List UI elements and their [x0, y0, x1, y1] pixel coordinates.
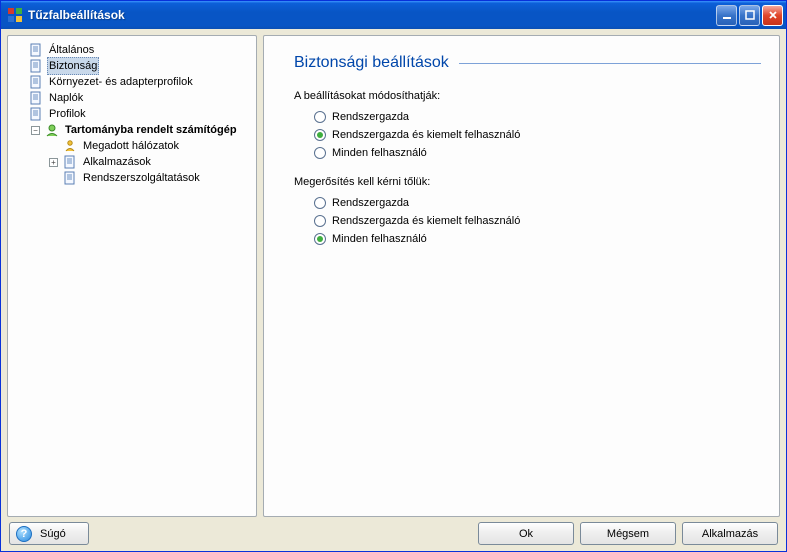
tree-item-logs[interactable]: Naplók [12, 90, 252, 106]
page-heading-row: Biztonsági beállítások [294, 54, 761, 72]
group-label-modify: A beállításokat módosíthatják: [294, 90, 761, 102]
expand-toggle[interactable]: + [48, 154, 59, 170]
radio-icon [314, 129, 326, 141]
radio-confirm-admin[interactable]: Rendszergazda [314, 194, 761, 212]
button-label: Mégsem [607, 528, 649, 540]
heading-divider [459, 63, 761, 64]
document-icon [62, 154, 78, 170]
tree-label: Tartományba rendelt számítógép [63, 122, 239, 138]
document-icon [62, 170, 78, 186]
button-label: Alkalmazás [702, 528, 758, 540]
tree-label: Alkalmazások [81, 154, 153, 170]
firewall-settings-window: Tűzfalbeállítások [0, 0, 787, 552]
radio-label: Rendszergazda és kiemelt felhasználó [332, 215, 520, 227]
computer-icon [44, 122, 60, 138]
document-icon [28, 106, 44, 122]
network-icon [62, 138, 78, 154]
radio-label: Rendszergazda [332, 197, 409, 209]
button-bar: ? Súgó Ok Mégsem Alkalmazás [7, 522, 780, 545]
ok-button[interactable]: Ok [478, 522, 574, 545]
window-title: Tűzfalbeállítások [28, 8, 716, 22]
tree-label: Rendszerszolgáltatások [81, 170, 202, 186]
content-pane: Biztonsági beállítások A beállításokat m… [263, 35, 780, 517]
radio-modify-admin-power[interactable]: Rendszergazda és kiemelt felhasználó [314, 126, 761, 144]
radio-label: Rendszergazda és kiemelt felhasználó [332, 129, 520, 141]
radio-group-confirm: Rendszergazda Rendszergazda és kiemelt f… [314, 194, 761, 248]
document-icon [28, 58, 44, 74]
radio-icon [314, 233, 326, 245]
document-icon [28, 42, 44, 58]
tree-item-domain-computer[interactable]: − Tartományba rendelt számítógép [28, 122, 252, 138]
tree-label: Biztonság [47, 57, 99, 75]
radio-modify-all[interactable]: Minden felhasználó [314, 144, 761, 162]
client-area: Általános Biztonság [1, 29, 786, 551]
tree-label: Naplók [47, 90, 85, 106]
radio-label: Rendszergazda [332, 111, 409, 123]
page-title: Biztonsági beállítások [294, 54, 449, 72]
tree-item-applications[interactable]: + Alkalmazások [46, 154, 252, 170]
radio-confirm-all[interactable]: Minden felhasználó [314, 230, 761, 248]
radio-label: Minden felhasználó [332, 147, 427, 159]
cancel-button[interactable]: Mégsem [580, 522, 676, 545]
help-icon: ? [16, 526, 32, 542]
tree-item-general[interactable]: Általános [12, 42, 252, 58]
tree-item-profiles[interactable]: Profilok [12, 106, 252, 122]
tree-label: Általános [47, 42, 96, 58]
apply-button[interactable]: Alkalmazás [682, 522, 778, 545]
tree-item-allowed-networks[interactable]: Megadott hálózatok [46, 138, 252, 154]
radio-icon [314, 197, 326, 209]
nav-tree[interactable]: Általános Biztonság [7, 35, 257, 517]
tree-label: Profilok [47, 106, 88, 122]
radio-icon [314, 215, 326, 227]
titlebar[interactable]: Tűzfalbeállítások [1, 1, 786, 29]
app-icon [7, 7, 23, 23]
radio-confirm-admin-power[interactable]: Rendszergazda és kiemelt felhasználó [314, 212, 761, 230]
button-label: Ok [519, 528, 533, 540]
maximize-button[interactable] [739, 5, 760, 26]
radio-icon [314, 111, 326, 123]
radio-group-modify: Rendszergazda Rendszergazda és kiemelt f… [314, 108, 761, 162]
collapse-toggle[interactable]: − [30, 122, 41, 138]
document-icon [28, 90, 44, 106]
radio-label: Minden felhasználó [332, 233, 427, 245]
help-button[interactable]: ? Súgó [9, 522, 89, 545]
document-icon [28, 74, 44, 90]
close-button[interactable] [762, 5, 783, 26]
tree-item-system-services[interactable]: Rendszerszolgáltatások [46, 170, 252, 186]
window-controls [716, 5, 783, 26]
tree-label: Környezet- és adapterprofilok [47, 74, 195, 90]
tree-item-security[interactable]: Biztonság [12, 58, 252, 74]
radio-modify-admin[interactable]: Rendszergazda [314, 108, 761, 126]
tree-label: Megadott hálózatok [81, 138, 181, 154]
button-label: Súgó [40, 528, 66, 540]
split-panes: Általános Biztonság [7, 35, 780, 517]
radio-icon [314, 147, 326, 159]
minimize-button[interactable] [716, 5, 737, 26]
group-label-confirm: Megerősítés kell kérni tőlük: [294, 176, 761, 188]
tree-item-env-adapter[interactable]: Környezet- és adapterprofilok [12, 74, 252, 90]
